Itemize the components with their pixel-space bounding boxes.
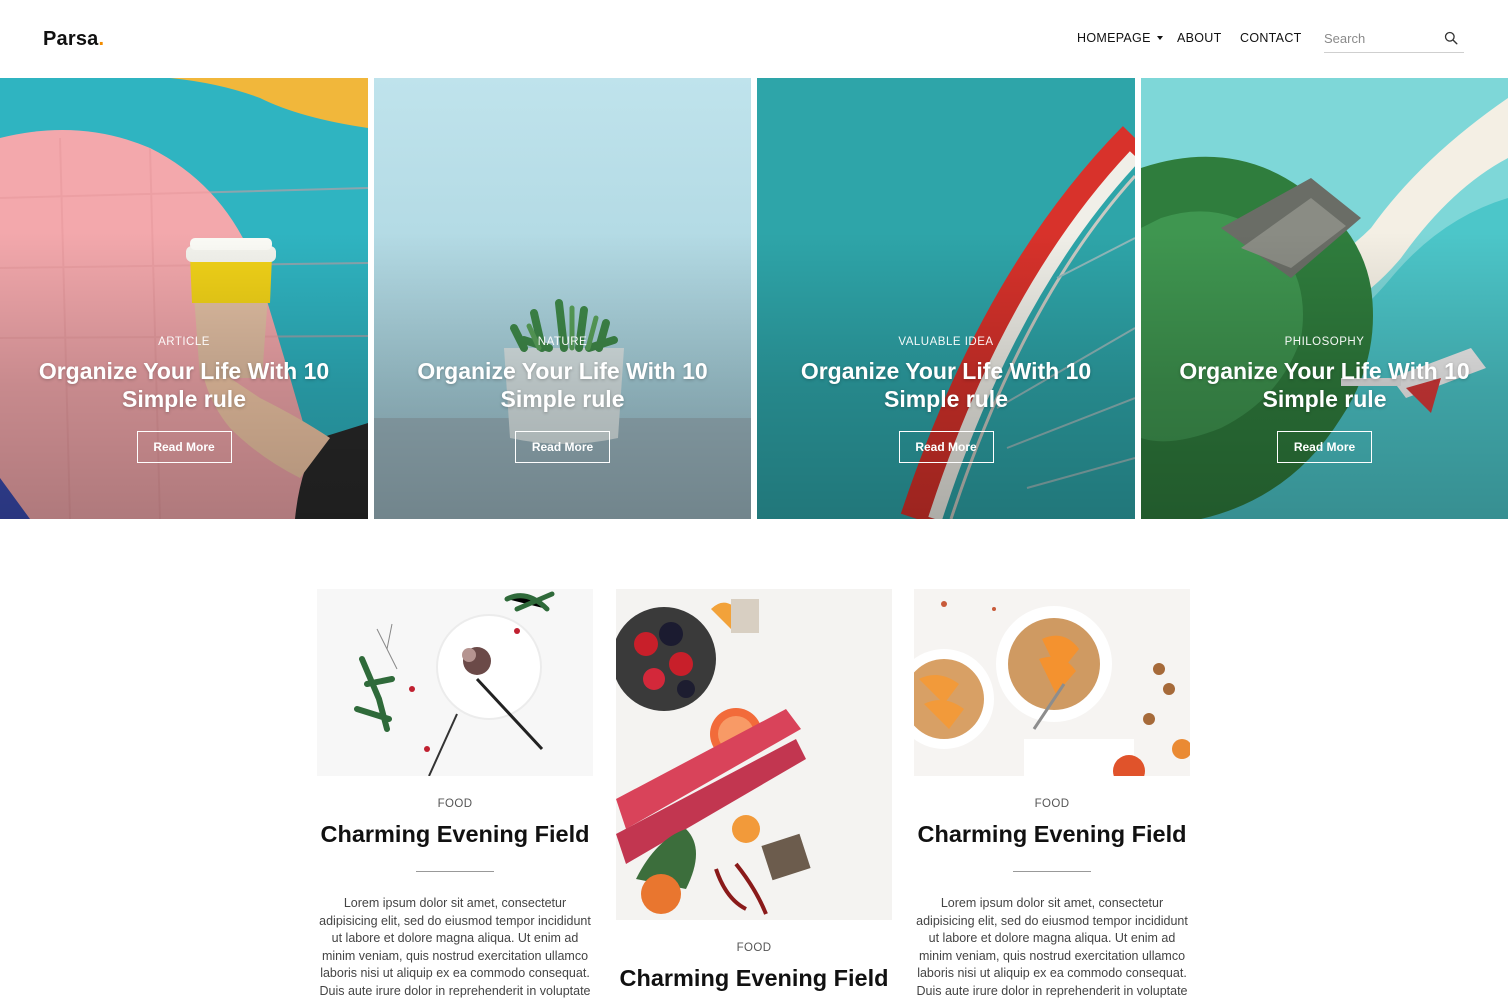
post-image[interactable] xyxy=(914,589,1190,776)
post-category[interactable]: FOOD xyxy=(317,798,593,810)
hero-title[interactable]: Organize Your Life With 10 Simple rule xyxy=(34,357,334,413)
hero-title[interactable]: Organize Your Life With 10 Simple rule xyxy=(1175,357,1475,413)
hero-caption: PHILOSOPHY Organize Your Life With 10 Si… xyxy=(1141,336,1508,463)
hero-category[interactable]: PHILOSOPHY xyxy=(1141,336,1508,348)
post-card: FOOD Charming Evening Field Lorem ipsum … xyxy=(317,589,593,1001)
read-more-button[interactable]: Read More xyxy=(515,431,610,463)
post-category[interactable]: FOOD xyxy=(914,798,1190,810)
hero-category[interactable]: NATURE xyxy=(374,336,751,348)
hero-caption: VALUABLE IDEA Organize Your Life With 10… xyxy=(757,336,1135,463)
post-card: FOOD Charming Evening Field Lorem ipsum … xyxy=(914,589,1190,1001)
hero-category[interactable]: ARTICLE xyxy=(0,336,368,348)
title-divider xyxy=(1013,871,1091,872)
hero-title[interactable]: Organize Your Life With 10 Simple rule xyxy=(796,357,1096,413)
read-more-button[interactable]: Read More xyxy=(1277,431,1372,463)
post-card: FOOD Charming Evening Field xyxy=(616,589,892,992)
post-title[interactable]: Charming Evening Field xyxy=(317,821,593,848)
post-excerpt: Lorem ipsum dolor sit amet, consectetur … xyxy=(916,896,1188,998)
hero-category[interactable]: VALUABLE IDEA xyxy=(757,336,1135,348)
nav-contact[interactable]: CONTACT xyxy=(1240,31,1302,45)
hero-title[interactable]: Organize Your Life With 10 Simple rule xyxy=(413,357,713,413)
hero-caption: ARTICLE Organize Your Life With 10 Simpl… xyxy=(0,336,368,463)
site-logo[interactable]: Parsa. xyxy=(43,28,104,51)
search-box xyxy=(1324,25,1464,53)
read-more-button[interactable]: Read More xyxy=(898,431,994,463)
post-image-plate[interactable] xyxy=(317,589,593,776)
nav-homepage[interactable]: HOMEPAGE xyxy=(1077,31,1163,45)
post-title[interactable]: Charming Evening Field xyxy=(914,821,1190,848)
post-category[interactable]: FOOD xyxy=(616,942,892,954)
search-input[interactable] xyxy=(1324,25,1434,51)
hero-slide-nature[interactable]: NATURE Organize Your Life With 10 Simple… xyxy=(374,78,751,519)
hero-slide-philosophy[interactable]: PHILOSOPHY Organize Your Life With 10 Si… xyxy=(1141,78,1508,519)
logo-dot: . xyxy=(98,28,105,50)
hero-slider: ARTICLE Organize Your Life With 10 Simpl… xyxy=(0,78,1508,519)
title-divider xyxy=(416,871,494,872)
read-more-button[interactable]: Read More xyxy=(136,431,232,463)
nav-homepage-label[interactable]: HOMEPAGE xyxy=(1077,31,1151,45)
post-image-fruits[interactable] xyxy=(616,589,892,920)
hero-slide-article[interactable]: ARTICLE Organize Your Life With 10 Simpl… xyxy=(0,78,368,519)
post-image-bowls[interactable] xyxy=(914,589,1190,776)
post-title[interactable]: Charming Evening Field xyxy=(616,965,892,992)
caret-down-icon[interactable] xyxy=(1156,35,1163,40)
logo-text[interactable]: Parsa xyxy=(43,28,99,50)
nav-about[interactable]: ABOUT xyxy=(1177,31,1222,45)
post-image[interactable] xyxy=(616,589,892,920)
hero-slide-valuable-idea[interactable]: VALUABLE IDEA Organize Your Life With 10… xyxy=(757,78,1135,519)
search-icon[interactable] xyxy=(1444,31,1458,45)
site-header: Parsa. HOMEPAGE ABOUT CONTACT xyxy=(0,0,1508,78)
hero-caption: NATURE Organize Your Life With 10 Simple… xyxy=(374,336,751,463)
post-image[interactable] xyxy=(317,589,593,776)
post-excerpt: Lorem ipsum dolor sit amet, consectetur … xyxy=(319,896,591,998)
